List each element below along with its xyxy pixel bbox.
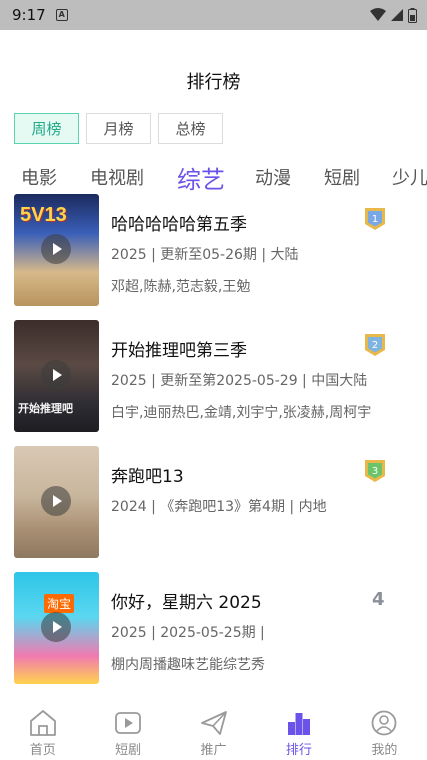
rank-badge-bronze-icon: 3 (365, 460, 385, 482)
battery-icon (408, 7, 417, 23)
status-time: 9:17 (12, 6, 46, 24)
tab-variety[interactable]: 综艺 (177, 160, 225, 195)
item-cast: 棚内周播趣味艺能综艺秀 (111, 657, 265, 673)
rank-number: 2 (372, 340, 378, 351)
signal-icon (391, 9, 403, 21)
item-cast: 邓超,陈赫,范志毅,王勉 (111, 279, 251, 295)
period-tabs: 周榜 月榜 总榜 (14, 113, 223, 144)
item-meta: 2024 | 《奔跑吧13》第4期 | 内地 (111, 499, 327, 515)
item-meta: 2025 | 更新至第2025-05-29 | 中国大陆 (111, 373, 368, 389)
play-icon (41, 612, 71, 642)
ranking-list: 5V13 哈哈哈哈哈第五季 2025 | 更新至05-26期 | 大陆 邓超,陈… (0, 194, 427, 697)
tab-monthly[interactable]: 月榜 (86, 113, 151, 144)
notification-icon: A (55, 9, 68, 21)
list-item[interactable]: 奔跑吧13 2024 | 《奔跑吧13》第4期 | 内地 3 (0, 446, 427, 558)
nav-ranking-label: 排行 (285, 743, 312, 758)
item-title: 你好，星期六 2025 (111, 593, 262, 613)
play-icon (41, 486, 71, 516)
nav-short-drama[interactable]: 短剧 (85, 697, 170, 760)
rank-number: 1 (372, 214, 378, 225)
home-icon (29, 710, 56, 736)
play-video-icon (115, 712, 142, 734)
poster-image[interactable]: 5V13 (14, 194, 99, 306)
poster-logo-text: 淘宝 (44, 594, 75, 613)
item-title: 哈哈哈哈哈第五季 (111, 215, 247, 235)
tab-movie[interactable]: 电影 (21, 164, 57, 190)
rank-badge-gold-icon: 1 (365, 208, 385, 230)
rank-number: 3 (372, 466, 378, 477)
nav-home[interactable]: 首页 (0, 697, 85, 760)
rank-number: 4 (372, 589, 385, 610)
profile-icon (371, 710, 397, 736)
bottom-nav: 首页 短剧 推广 排行 我的 (0, 697, 427, 760)
tab-short-drama[interactable]: 短剧 (324, 164, 360, 190)
item-cast: 白宇,迪丽热巴,金靖,刘宇宁,张凌赫,周柯宇 (111, 405, 372, 421)
item-title: 奔跑吧13 (111, 467, 184, 487)
poster-image[interactable]: 开始推理吧 (14, 320, 99, 432)
item-title: 开始推理吧第三季 (111, 341, 247, 361)
tab-tv-series[interactable]: 电视剧 (90, 164, 144, 190)
play-icon (41, 360, 71, 390)
item-meta: 2025 | 更新至05-26期 | 大陆 (111, 247, 299, 263)
nav-promote-label: 推广 (200, 743, 227, 758)
nav-profile[interactable]: 我的 (342, 697, 427, 760)
wifi-icon (370, 8, 386, 21)
nav-ranking[interactable]: 排行 (256, 697, 341, 760)
tab-weekly[interactable]: 周榜 (14, 113, 79, 144)
tab-kids[interactable]: 少儿 (392, 164, 427, 190)
status-icons (370, 7, 417, 23)
poster-logo-text: 5V13 (20, 204, 67, 226)
poster-logo-text: 开始推理吧 (18, 402, 73, 415)
tab-all-time[interactable]: 总榜 (158, 113, 223, 144)
item-meta: 2025 | 2025-05-25期 | (111, 625, 265, 641)
poster-image[interactable] (14, 446, 99, 558)
rank-badge-silver-icon: 2 (365, 334, 385, 356)
nav-home-label: 首页 (29, 743, 56, 758)
paper-plane-icon (200, 711, 227, 735)
list-item[interactable]: 5V13 哈哈哈哈哈第五季 2025 | 更新至05-26期 | 大陆 邓超,陈… (0, 194, 427, 306)
page-title: 排行榜 (186, 72, 241, 93)
nav-profile-label: 我的 (371, 743, 398, 758)
status-bar: 9:17 A (0, 0, 427, 30)
list-item[interactable]: 开始推理吧 开始推理吧第三季 2025 | 更新至第2025-05-29 | 中… (0, 320, 427, 432)
nav-short-drama-label: 短剧 (115, 743, 142, 758)
play-icon (41, 234, 71, 264)
ranking-icon (287, 713, 310, 735)
poster-image[interactable]: 淘宝 (14, 572, 99, 684)
category-tabs: 电影 电视剧 综艺 动漫 短剧 少儿 (21, 160, 427, 196)
nav-promote[interactable]: 推广 (171, 697, 256, 760)
tab-anime[interactable]: 动漫 (255, 164, 291, 190)
list-item[interactable]: 淘宝 你好，星期六 2025 2025 | 2025-05-25期 | 棚内周播… (0, 572, 427, 684)
